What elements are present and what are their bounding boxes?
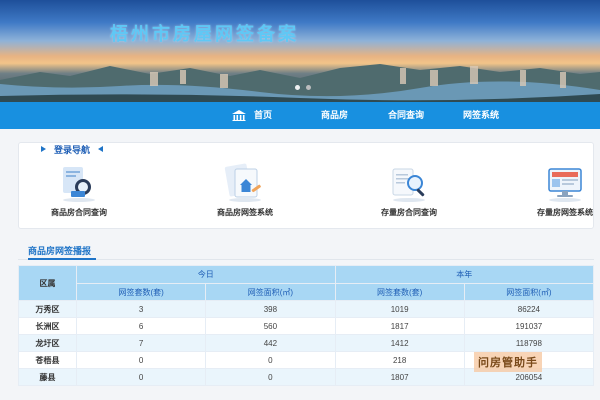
today-count-cell: 0 (75, 351, 207, 369)
year-area-cell: 118798 (463, 334, 595, 352)
district-cell: 苍梧县 (18, 351, 77, 369)
year-count-cell: 218 (334, 351, 465, 369)
banner-title: 梧州市房屋网签备案 (110, 24, 299, 45)
today-count-cell: 7 (75, 334, 207, 352)
divider (18, 259, 594, 260)
district-cell: 龙圩区 (18, 334, 77, 352)
home-icon (232, 110, 246, 121)
login-nav-header: 登录导航 (41, 142, 104, 156)
district-cell: 长洲区 (18, 317, 77, 335)
table-row: 长洲区 6 560 1817 191037 (18, 317, 595, 335)
year-count-cell: 1019 (334, 300, 465, 318)
today-count-cell: 6 (75, 317, 207, 335)
column-header-this-year: 本年 (334, 265, 594, 284)
banner: 梧州市房屋网签备案 (0, 0, 600, 102)
house-contract-icon (224, 163, 261, 202)
year-area-cell: 86224 (463, 300, 595, 318)
section-underline (28, 258, 96, 260)
today-count-cell: 3 (75, 300, 207, 318)
triangle-right-icon (41, 146, 46, 152)
column-header-year-count: 网签套数(套) (334, 283, 465, 301)
column-header-today-count: 网签套数(套) (75, 283, 207, 301)
monitor-icon (548, 168, 582, 202)
nav-item-commercial-housing[interactable]: 商品房 (321, 102, 348, 129)
today-area-cell: 560 (205, 317, 336, 335)
carousel-dot[interactable] (306, 85, 311, 90)
watermark: 问房管助手 (474, 352, 542, 372)
login-nav-panel: 登录导航 商品房合同查询 商品房网签系统 存量房合同查询 存量房网签系统 (18, 142, 594, 229)
today-area-cell: 442 (205, 334, 336, 352)
service-existing-contract-query[interactable]: 存量房合同查询 (359, 163, 459, 218)
triangle-left-icon (98, 146, 104, 152)
service-label: 存量房合同查询 (381, 208, 437, 217)
district-cell: 万秀区 (18, 300, 77, 318)
service-label: 商品房网签系统 (217, 208, 273, 217)
service-label: 存量房网签系统 (537, 208, 593, 217)
nav-item-contract-query[interactable]: 合同查询 (388, 102, 424, 129)
city-river-illustration (0, 64, 600, 102)
nav-item-online-signing-system[interactable]: 网签系统 (463, 102, 499, 129)
login-nav-title: 登录导航 (54, 144, 91, 155)
year-count-cell: 1817 (334, 317, 465, 335)
service-commercial-signing-system[interactable]: 商品房网签系统 (195, 163, 295, 218)
carousel-dots (295, 85, 311, 90)
year-count-cell: 1807 (334, 368, 465, 386)
district-cell: 藤县 (18, 368, 77, 386)
service-label: 商品房合同查询 (51, 208, 107, 217)
report-title: 商品房网签播报 (28, 246, 92, 256)
year-count-cell: 1412 (334, 334, 465, 352)
nav-item-home[interactable]: 首页 (254, 102, 272, 129)
column-header-today: 今日 (76, 265, 336, 284)
table-row: 万秀区 3 398 1019 86224 (18, 300, 595, 318)
column-header-year-area: 网签面积(㎡) (463, 283, 595, 301)
today-count-cell: 0 (75, 368, 207, 386)
service-existing-signing-system[interactable]: 存量房网签系统 (515, 163, 600, 218)
table-row: 龙圩区 7 442 1412 118798 (18, 334, 595, 352)
today-area-cell: 0 (205, 351, 336, 369)
year-area-cell: 191037 (463, 317, 595, 335)
today-area-cell: 0 (205, 368, 336, 386)
carousel-dot[interactable] (295, 85, 300, 90)
contract-search-icon (63, 167, 95, 202)
service-commercial-contract-query[interactable]: 商品房合同查询 (29, 163, 129, 218)
column-header-district: 区属 (18, 265, 77, 301)
document-magnifier-icon (392, 168, 425, 202)
main-nav: 首页 商品房 合同查询 网签系统 (0, 102, 600, 129)
column-header-today-area: 网签面积(㎡) (205, 283, 336, 301)
today-area-cell: 398 (205, 300, 336, 318)
